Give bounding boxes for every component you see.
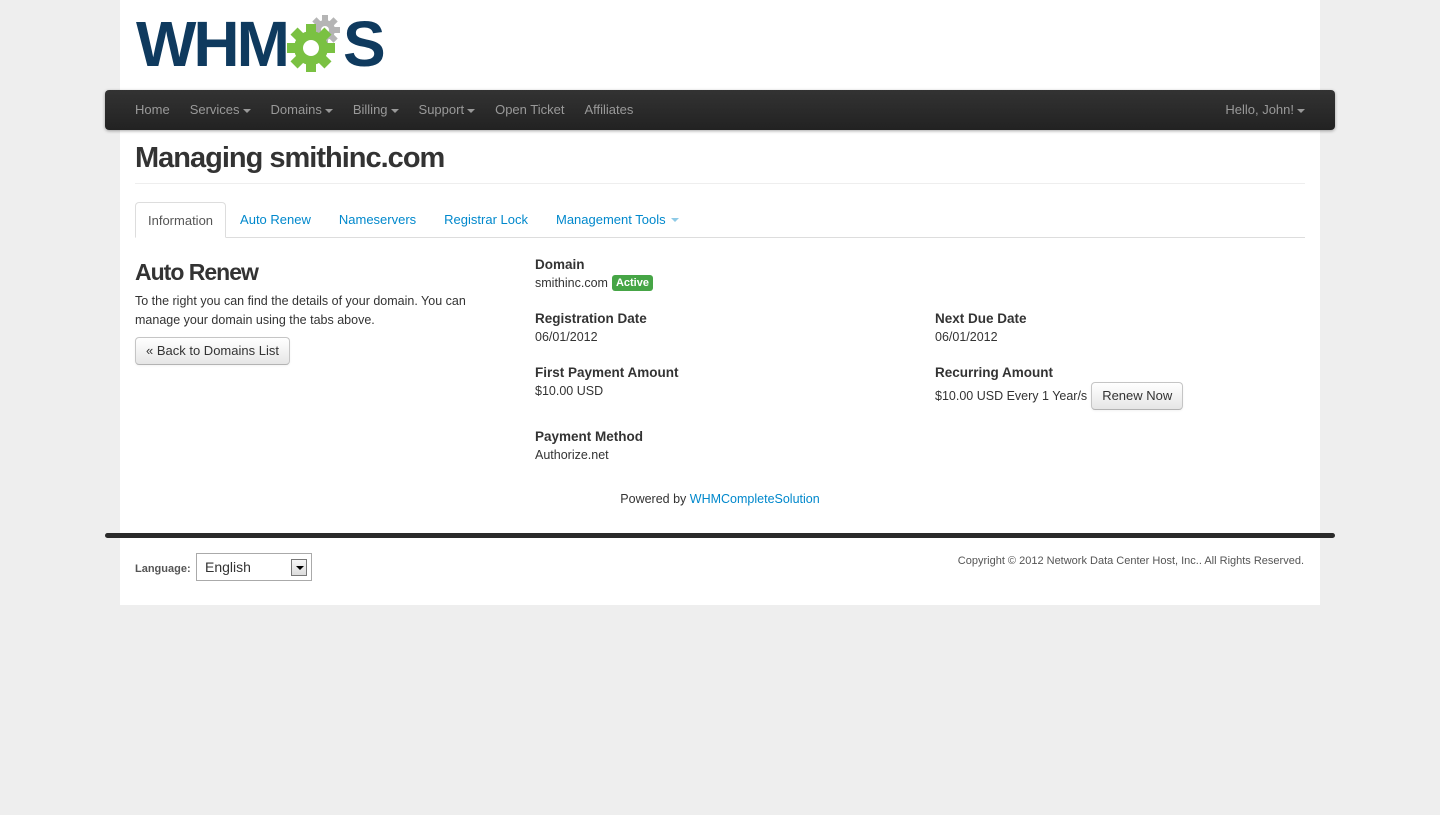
language-selected-value: English xyxy=(205,559,251,575)
nav-affiliates-label: Affiliates xyxy=(584,102,634,117)
payment-method-label: Payment Method xyxy=(535,429,644,444)
tab-nameservers-label: Nameservers xyxy=(338,212,417,227)
domain-label: Domain xyxy=(535,257,585,272)
field-first-payment: First Payment Amount $10.00 USD xyxy=(535,364,679,400)
caret-down-icon xyxy=(242,108,251,113)
caret-down-icon xyxy=(467,108,476,113)
first-payment-value: $10.00 USD xyxy=(535,384,604,398)
tab-registrar-lock-label: Registrar Lock xyxy=(444,212,528,227)
registration-date-label: Registration Date xyxy=(535,311,647,326)
language-label: Language: xyxy=(135,563,191,575)
caret-down-icon xyxy=(324,108,333,113)
tab-registrar-lock[interactable]: Registrar Lock xyxy=(430,202,542,237)
caret-down-icon xyxy=(1297,108,1305,113)
sidebar-title: Auto Renew xyxy=(135,259,259,285)
back-to-domains-button[interactable]: « Back to Domains List xyxy=(135,337,290,365)
title-divider xyxy=(135,183,1305,184)
field-registration-date: Registration Date 06/01/2012 xyxy=(535,310,647,346)
main-nav: Home Services Domains Billing Support Op… xyxy=(125,90,643,130)
recurring-amount-label: Recurring Amount xyxy=(935,365,1053,380)
next-due-date-label: Next Due Date xyxy=(935,311,1027,326)
tab-management-tools[interactable]: Management Tools xyxy=(542,202,693,237)
nav-domains-label: Domains xyxy=(270,102,322,117)
language-select[interactable]: English xyxy=(196,553,312,581)
user-menu: Hello, John! xyxy=(1225,90,1315,130)
nav-services[interactable]: Services xyxy=(180,90,261,130)
recurring-amount-value: $10.00 USD Every 1 Year/s xyxy=(935,389,1088,403)
footer-divider xyxy=(105,533,1335,538)
nav-home-label: Home xyxy=(135,102,170,117)
renew-now-button[interactable]: Renew Now xyxy=(1091,382,1184,410)
caret-down-icon xyxy=(390,108,399,113)
tab-auto-renew[interactable]: Auto Renew xyxy=(226,202,325,237)
field-next-due-date: Next Due Date 06/01/2012 xyxy=(935,310,1027,346)
gear-icon xyxy=(286,15,340,72)
whmcs-logo[interactable]: WHM S xyxy=(136,8,386,80)
recurring-amount-row: $10.00 USD Every 1 Year/s Renew Now xyxy=(935,382,1184,410)
domain-value-row: smithinc.com Active xyxy=(535,274,653,292)
domain-value: smithinc.com xyxy=(535,276,608,290)
nav-billing[interactable]: Billing xyxy=(343,90,409,130)
field-recurring-amount: Recurring Amount $10.00 USD Every 1 Year… xyxy=(935,364,1184,410)
page-title: Managing smithinc.com xyxy=(135,142,445,174)
powered-by-text: Powered by xyxy=(620,492,687,506)
field-payment-method: Payment Method Authorize.net xyxy=(535,428,643,464)
nav-open-ticket[interactable]: Open Ticket xyxy=(485,90,574,130)
payment-method-value: Authorize.net xyxy=(535,448,609,462)
tab-information[interactable]: Information xyxy=(135,202,227,238)
logo-text-suffix: S xyxy=(342,8,386,80)
nav-support[interactable]: Support xyxy=(409,90,486,130)
next-due-date-value: 06/01/2012 xyxy=(935,330,998,344)
nav-affiliates[interactable]: Affiliates xyxy=(574,90,643,130)
status-badge: Active xyxy=(611,275,653,291)
caret-down-icon xyxy=(670,218,679,222)
nav-services-label: Services xyxy=(189,102,240,117)
top-navbar: Home Services Domains Billing Support Op… xyxy=(105,90,1335,130)
nav-home[interactable]: Home xyxy=(125,90,180,130)
domain-tabs: Information Auto Renew Nameservers Regis… xyxy=(135,202,1305,238)
powered-by-link[interactable]: WHMCompleteSolution xyxy=(690,492,820,506)
first-payment-label: First Payment Amount xyxy=(535,365,679,380)
logo-text-prefix: WHM xyxy=(136,8,290,80)
nav-billing-label: Billing xyxy=(352,102,388,117)
powered-by: Powered by WHMCompleteSolution xyxy=(0,492,1440,506)
tab-nameservers[interactable]: Nameservers xyxy=(325,202,430,237)
nav-domains[interactable]: Domains xyxy=(261,90,343,130)
registration-date-value: 06/01/2012 xyxy=(535,330,598,344)
nav-user-dropdown[interactable]: Hello, John! xyxy=(1225,90,1315,130)
tab-management-tools-label: Management Tools xyxy=(555,212,666,227)
tab-information-label: Information xyxy=(148,212,214,228)
nav-open-ticket-label: Open Ticket xyxy=(495,102,565,117)
sidebar-description: To the right you can find the details of… xyxy=(135,294,466,327)
tab-auto-renew-label: Auto Renew xyxy=(240,212,311,227)
nav-user-label: Hello, John! xyxy=(1225,102,1294,117)
nav-support-label: Support xyxy=(418,102,465,117)
field-domain: Domain smithinc.com Active xyxy=(535,256,653,292)
copyright-text: Copyright © 2012 Network Data Center Hos… xyxy=(957,555,1304,567)
dropdown-arrow-icon[interactable] xyxy=(291,559,307,576)
